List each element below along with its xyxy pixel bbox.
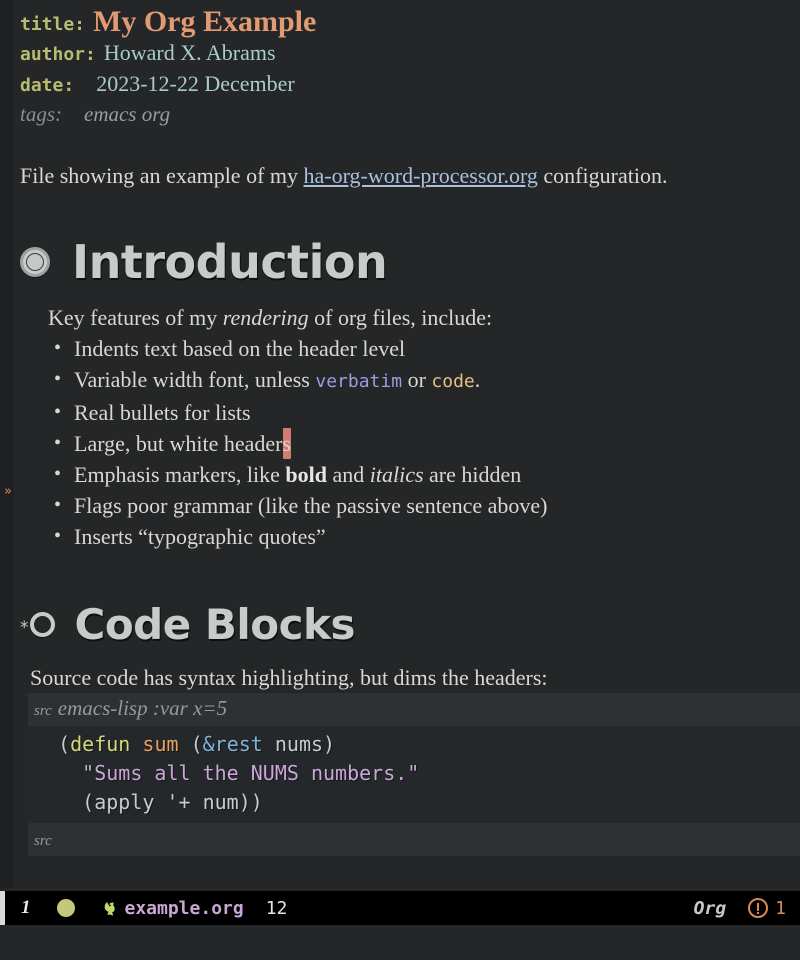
org-keyword-block: title: My Org Example author: Howard X. Ab… — [14, 0, 800, 130]
list-item: Variable width font, unless verbatim or … — [48, 364, 800, 397]
introduction-lead-in: Key features of my rendering of org file… — [48, 303, 800, 333]
lead-in-before-emphasis: Key features of my — [48, 305, 223, 330]
code-token: ( — [58, 732, 71, 756]
src-block-code[interactable]: (defun sum (&rest nums) "Sums all the NU… — [28, 726, 800, 823]
code-token: (apply '+ num)) — [82, 790, 263, 814]
code-token: ( — [178, 732, 203, 756]
org-file-link[interactable]: ha-org-word-processor.org — [304, 163, 538, 188]
list-item-text-segment: . — [474, 367, 481, 392]
org-bullet-filled-ring-icon — [20, 247, 50, 277]
code-line: (defun sum (&rest nums) — [34, 730, 800, 759]
list-item-text: Real bullets for lists — [74, 400, 251, 425]
code-blocks-lead-in: Source code has syntax highlighting, but… — [30, 665, 548, 690]
intro-text-before-link: File showing an example of my — [20, 163, 304, 188]
echo-area[interactable] — [0, 931, 800, 960]
org-keyword-date-value: 2023-12-22 December — [96, 71, 295, 96]
org-buffer[interactable]: » title: My Org Example author: Howard X. … — [0, 0, 800, 888]
code-string-token: "Sums all the NUMS numbers." — [82, 761, 420, 785]
inline-code-text: code — [431, 371, 475, 392]
text-cursor: s — [282, 428, 292, 459]
left-fringe — [0, 0, 14, 888]
list-item: Inserts “typographic quotes” — [48, 521, 800, 552]
heading-code-blocks[interactable]: * Code Blocks — [14, 600, 800, 649]
list-item-text-segment: Variable width font, unless — [74, 367, 316, 392]
code-line: (apply '+ num)) — [34, 788, 800, 817]
org-keyword-tags: tags: emacs org — [20, 99, 800, 130]
list-item: Indents text based on the header level — [48, 333, 800, 364]
org-bullet-asterisk-icon: * — [20, 618, 29, 638]
org-keyword-date: date: 2023-12-22 December — [20, 68, 800, 99]
code-token: nums) — [262, 732, 336, 756]
window-number: 1 — [21, 897, 31, 918]
src-block-end-line: src — [28, 823, 800, 856]
gnu-head-icon — [104, 902, 115, 916]
mode-line-left-group: 1 example.org 12 — [5, 897, 694, 919]
intro-text-after-link: configuration. — [537, 163, 668, 188]
introduction-feature-list: Indents text based on the header level V… — [48, 333, 800, 552]
org-keyword-title-label: title: — [20, 14, 86, 35]
org-keyword-title: title: My Org Example — [20, 6, 800, 37]
heading-introduction[interactable]: Introduction — [14, 235, 800, 289]
buffer-content: title: My Org Example author: Howard X. Ab… — [14, 0, 800, 888]
bold-text: bold — [285, 462, 327, 487]
exclamation-circle-icon[interactable] — [748, 898, 769, 918]
heading-code-blocks-text: Code Blocks — [74, 600, 356, 649]
list-item: Flags poor grammar (like the passive sen… — [48, 490, 800, 521]
warning-count: 1 — [775, 897, 786, 919]
src-end-tag: src — [34, 833, 52, 849]
list-item: Emphasis markers, like bold and italics … — [48, 459, 800, 490]
verbatim-text: verbatim — [315, 371, 403, 392]
section-introduction-body: Key features of my rendering of org file… — [14, 303, 800, 552]
code-function-name-token: sum — [142, 732, 179, 756]
org-keyword-author-value: Howard X. Abrams — [103, 40, 276, 65]
list-item-text: Indents text based on the header level — [74, 336, 406, 361]
org-bullet-hollow-ring-icon — [29, 612, 55, 637]
italic-text-grammar-flagged: italics — [370, 462, 424, 487]
code-keyword-token: defun — [70, 732, 131, 756]
list-item-text: Inserts “typographic quotes” — [74, 524, 326, 549]
src-begin-args: emacs-lisp :var x=5 — [57, 696, 228, 720]
cursor-position: 12 — [265, 897, 288, 919]
code-ampersand-token: &rest — [202, 732, 263, 756]
section-code-blocks-body: Source code has syntax highlighting, but… — [14, 663, 800, 856]
list-item: Real bullets for lists — [48, 397, 800, 428]
list-item: Large, but white headers — [48, 428, 800, 459]
org-keyword-title-value: My Org Example — [93, 5, 317, 38]
fringe-continuation-arrow-icon: » — [4, 484, 12, 499]
code-line: "Sums all the NUMS numbers." — [34, 759, 800, 788]
buffer-name[interactable]: example.org — [125, 898, 244, 919]
org-keyword-date-label: date: — [20, 75, 75, 96]
lead-in-emphasis: rendering — [222, 305, 309, 330]
list-item-text-segment: and — [327, 462, 370, 487]
src-block-begin-line: src emacs-lisp :var x=5 — [28, 693, 800, 726]
list-item-text-segment: or — [402, 367, 432, 392]
lead-in-after-emphasis: of org files, include: — [308, 305, 493, 330]
list-item-text-segment: Large, but white header — [74, 431, 283, 456]
org-keyword-author-label: author: — [20, 44, 96, 65]
list-item-text-segment: are hidden — [423, 462, 522, 487]
org-keyword-tags-value: emacs org — [84, 102, 171, 126]
list-item-text-segment: Emphasis markers, like — [74, 462, 286, 487]
org-keyword-tags-label: tags: — [20, 102, 62, 126]
intro-paragraph: File showing an example of my ha-org-wor… — [14, 130, 800, 191]
major-mode-label[interactable]: Org — [694, 898, 727, 919]
org-keyword-author: author: Howard X. Abrams — [20, 37, 800, 68]
src-begin-tag: src — [34, 703, 52, 719]
mode-line-right-group: Org 1 — [694, 898, 786, 919]
mode-line[interactable]: 1 example.org 12 Org 1 — [0, 888, 800, 928]
emacs-frame: » title: My Org Example author: Howard X. … — [0, 0, 800, 960]
heading-introduction-text: Introduction — [72, 235, 388, 289]
buffer-modified-dot-icon[interactable] — [56, 899, 75, 917]
list-item-text: Flags poor grammar (like the passive sen… — [74, 493, 548, 518]
